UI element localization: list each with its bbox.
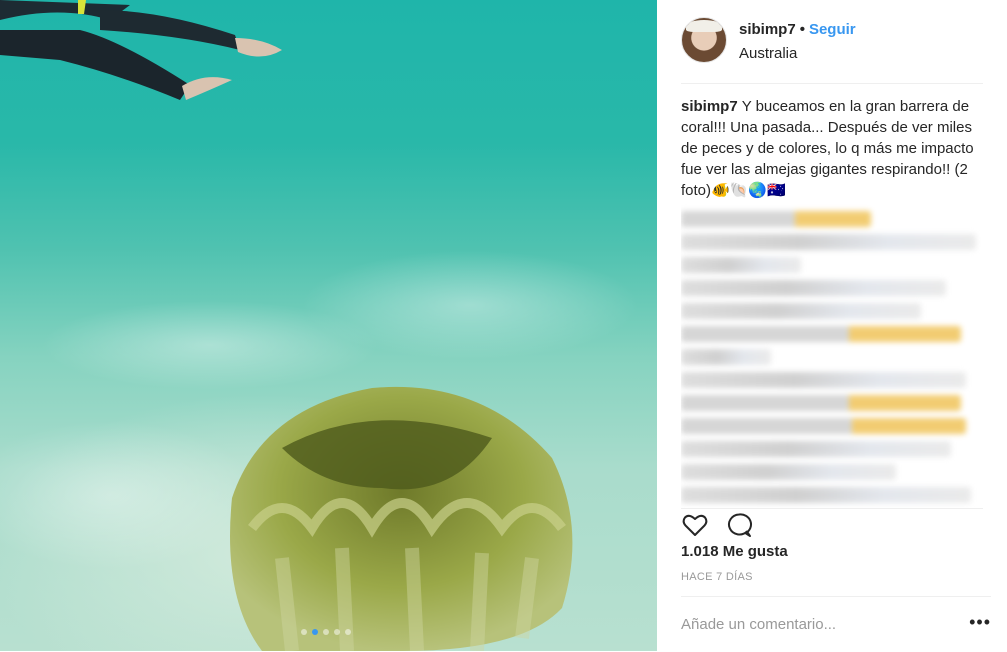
- comments-section: sibimp7 Y buceamos en la gran barrera de …: [681, 96, 981, 508]
- carousel-dot[interactable]: [301, 629, 307, 635]
- blurred-comment: [681, 257, 801, 273]
- username-row: sibimp7 • Seguir: [739, 21, 856, 38]
- blurred-comment: [681, 464, 896, 480]
- blurred-comment: [681, 441, 951, 457]
- comment-input[interactable]: [681, 613, 951, 635]
- giant-clam: [230, 386, 573, 651]
- post-sidebar: sibimp7 • Seguir Australia sibimp7 Y buceam…: [657, 0, 1007, 651]
- username-link[interactable]: sibimp7: [739, 21, 796, 38]
- ellipsis-icon[interactable]: •••: [969, 613, 991, 631]
- action-bar: [681, 508, 983, 539]
- swimmer-figure: [0, 0, 282, 100]
- caption-author-link[interactable]: sibimp7: [681, 98, 738, 115]
- carousel-dot-active[interactable]: [312, 629, 318, 635]
- speech-bubble-icon[interactable]: [725, 511, 753, 539]
- blurred-comment: [681, 326, 961, 342]
- blurred-comment: [681, 372, 966, 388]
- blurred-comment: [681, 280, 946, 296]
- blurred-comment: [681, 395, 961, 411]
- like-count[interactable]: 1.018 Me gusta: [681, 543, 788, 560]
- comment-bar: •••: [681, 596, 991, 652]
- carousel-dot[interactable]: [334, 629, 340, 635]
- follow-button[interactable]: Seguir: [809, 21, 856, 38]
- caption: sibimp7 Y buceamos en la gran barrera de …: [681, 96, 981, 201]
- carousel-dot[interactable]: [345, 629, 351, 635]
- location-link[interactable]: Australia: [739, 45, 797, 62]
- avatar[interactable]: [681, 17, 727, 63]
- heart-outline-icon[interactable]: [681, 511, 709, 539]
- light-ripple: [300, 250, 640, 360]
- blurred-comment: [681, 303, 921, 319]
- carousel-indicator: [301, 629, 351, 635]
- carousel-dot[interactable]: [323, 629, 329, 635]
- post-photo[interactable]: [0, 0, 657, 651]
- post-header: sibimp7 • Seguir Australia: [681, 17, 983, 84]
- separator-dot: •: [799, 21, 805, 38]
- light-ripple: [0, 420, 260, 570]
- blurred-comment: [681, 418, 966, 434]
- blurred-comment: [681, 234, 976, 250]
- post-timestamp[interactable]: HACE 7 DÍAS: [681, 571, 753, 583]
- blurred-comment: [681, 349, 771, 365]
- blurred-comment: [681, 211, 871, 227]
- blurred-comment: [681, 487, 971, 503]
